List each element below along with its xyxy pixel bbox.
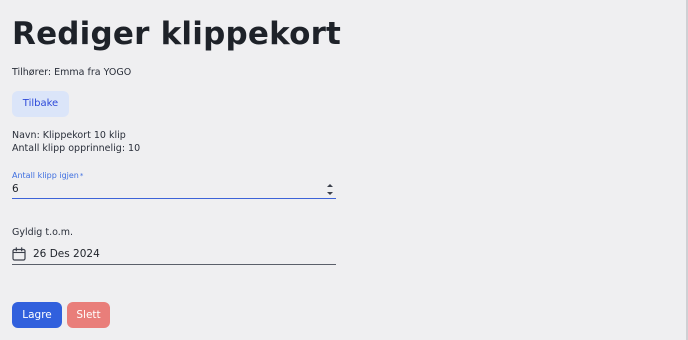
owner-text: Tilhører: Emma fra YOGO bbox=[12, 67, 132, 78]
required-marker: * bbox=[79, 172, 84, 180]
calendar-icon[interactable] bbox=[12, 246, 26, 261]
valid-until-value[interactable]: 26 Des 2024 bbox=[33, 248, 100, 261]
save-button[interactable]: Lagre bbox=[12, 302, 62, 328]
valid-until-label: Gyldig t.o.m. bbox=[12, 227, 74, 238]
card-name-text: Navn: Klippekort 10 klip bbox=[12, 130, 126, 141]
chevron-up-icon[interactable] bbox=[327, 184, 333, 187]
remaining-clips-value[interactable]: 6 bbox=[12, 182, 19, 196]
delete-button[interactable]: Slett bbox=[67, 302, 110, 328]
number-spinner[interactable] bbox=[326, 183, 334, 196]
remaining-clips-label: Antall klipp igjen* bbox=[12, 171, 83, 181]
remaining-clips-label-text: Antall klipp igjen bbox=[12, 171, 79, 180]
chevron-down-icon[interactable] bbox=[327, 192, 333, 195]
original-count-text: Antall klipp opprinnelig: 10 bbox=[12, 143, 141, 154]
back-button[interactable]: Tilbake bbox=[12, 91, 69, 117]
valid-until-input[interactable]: 26 Des 2024 bbox=[12, 244, 336, 265]
page-title: Rediger klippekort bbox=[12, 16, 342, 52]
edit-punch-card-page: Rediger klippekort Tilhører: Emma fra YO… bbox=[12, 0, 672, 340]
remaining-clips-input[interactable]: 6 bbox=[12, 182, 336, 199]
